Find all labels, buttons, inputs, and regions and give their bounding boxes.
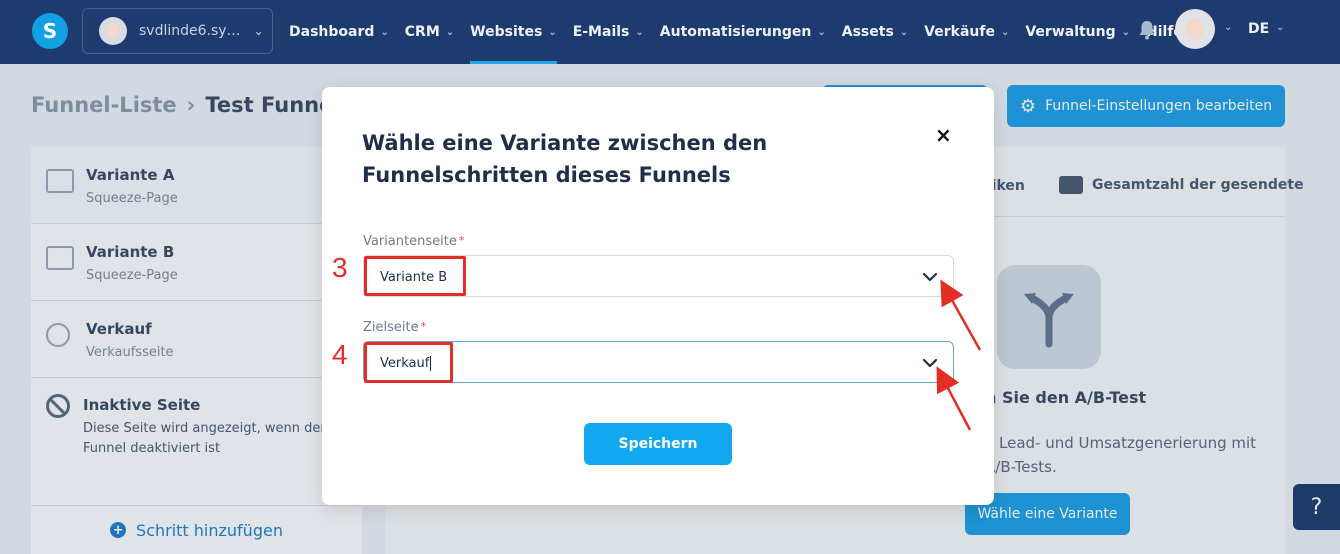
annotation-arrows: [936, 279, 982, 431]
annotation-arrow: [940, 279, 982, 351]
annotation-arrow: [936, 366, 972, 431]
